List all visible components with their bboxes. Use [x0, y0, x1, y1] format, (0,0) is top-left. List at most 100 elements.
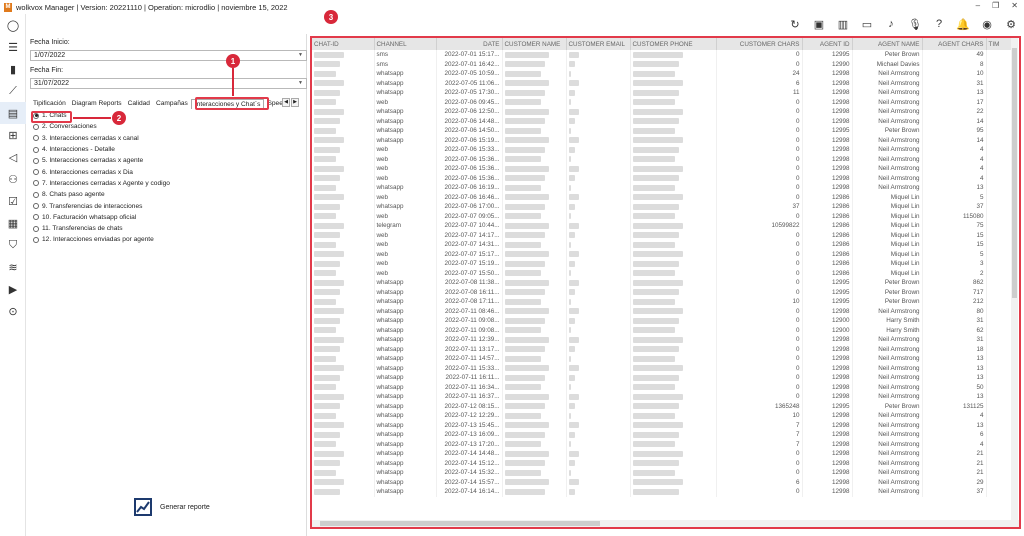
report-option[interactable]: 4. Interacciones - Detalle — [30, 144, 307, 155]
refresh-icon[interactable]: ↻ — [788, 17, 802, 31]
table-row[interactable]: whatsapp 2022-07-14 14:48... 0 12998 Neil Ar… — [312, 449, 1018, 459]
table-row[interactable]: web 2022-07-06 15:36... 0 12998 Neil Armstro… — [312, 173, 1018, 183]
tab-tipificacion[interactable]: Tipificación — [30, 99, 69, 109]
table-row[interactable]: telegram 2022-07-07 10:44... 10599822 12986… — [312, 221, 1018, 231]
column-header[interactable]: AGENT ID — [802, 38, 853, 50]
report-option[interactable]: 2. Conversaciones — [30, 121, 307, 132]
radio-icon[interactable] — [33, 191, 39, 198]
radio-icon[interactable] — [33, 123, 39, 130]
restore-icon[interactable]: ❐ — [992, 1, 999, 10]
table-row[interactable]: whatsapp 2022-07-11 14:57... 0 12998 Neil Ar… — [312, 354, 1018, 364]
table-row[interactable]: web 2022-07-07 14:17... 0 12986 Miquel Lin 15 — [312, 230, 1018, 240]
radio-icon[interactable] — [33, 169, 39, 176]
table-row[interactable]: whatsapp 2022-07-08 16:11... 0 12995 Peter B… — [312, 287, 1018, 297]
table-row[interactable]: whatsapp 2022-07-06 15:19... 0 12998 Neil Ar… — [312, 135, 1018, 145]
contact-card-icon[interactable]: ▭ — [860, 17, 874, 31]
table-row[interactable]: web 2022-07-06 15:36... 0 12998 Neil Armstro… — [312, 164, 1018, 174]
table-row[interactable]: web 2022-07-07 09:05... 0 12986 Miquel Lin 11… — [312, 211, 1018, 221]
table-row[interactable]: whatsapp 2022-07-14 15:12... 0 12998 Neil Ar… — [312, 458, 1018, 468]
settings-gear-icon[interactable]: ⚙ — [1004, 17, 1018, 31]
table-row[interactable]: whatsapp 2022-07-11 09:08... 0 12900 Harry S… — [312, 325, 1018, 335]
report-option[interactable]: 12. Interacciones enviadas por agente — [30, 234, 307, 245]
tab-prev-icon[interactable]: ◀ — [282, 98, 290, 107]
table-row[interactable]: whatsapp 2022-07-11 16:34... 0 12998 Neil Ar… — [312, 382, 1018, 392]
table-row[interactable]: whatsapp 2022-07-06 17:00... 37 12986 Miquel… — [312, 202, 1018, 212]
table-row[interactable]: whatsapp 2022-07-11 08:46... 0 12998 Neil Ar… — [312, 306, 1018, 316]
report-doc-icon[interactable]: ▤ — [0, 102, 26, 124]
table-row[interactable]: whatsapp 2022-07-13 15:45... 7 12998 Neil Ar… — [312, 420, 1018, 430]
table-row[interactable]: whatsapp 2022-07-11 16:11... 0 12998 Neil Ar… — [312, 373, 1018, 383]
checklist-icon[interactable]: ☑ — [0, 190, 26, 212]
table-row[interactable]: whatsapp 2022-07-11 13:17... 0 12998 Neil Ar… — [312, 344, 1018, 354]
table-row[interactable]: web 2022-07-06 15:33... 0 12998 Neil Armstro… — [312, 145, 1018, 155]
table-row[interactable]: whatsapp 2022-07-05 10:59... 24 12998 Neil A… — [312, 69, 1018, 79]
column-header[interactable]: CHAT-ID — [312, 38, 375, 50]
radio-icon[interactable] — [33, 157, 39, 164]
column-header[interactable]: AGENT CHARS — [922, 38, 987, 50]
table-row[interactable]: whatsapp 2022-07-06 16:19... 0 12998 Neil Ar… — [312, 183, 1018, 193]
radio-icon[interactable] — [33, 180, 39, 187]
table-row[interactable]: whatsapp 2022-07-13 16:09... 7 12998 Neil Ar… — [312, 430, 1018, 440]
tab-next-icon[interactable]: ▶ — [291, 98, 299, 107]
radio-icon[interactable] — [33, 236, 39, 243]
report-option[interactable]: 5. Interacciones cerradas x agente — [30, 155, 307, 166]
close-icon[interactable]: ✕ — [1011, 1, 1018, 10]
table-row[interactable]: whatsapp 2022-07-11 16:37... 0 12998 Neil Ar… — [312, 392, 1018, 402]
table-row[interactable]: whatsapp 2022-07-11 15:33... 0 12998 Neil Ar… — [312, 363, 1018, 373]
bell-icon[interactable]: 🔔 — [956, 17, 970, 31]
generate-report-button[interactable]: Generar reporte — [134, 498, 210, 516]
form-icon[interactable]: ▦ — [0, 212, 26, 234]
report-option[interactable]: 6. Interacciones cerradas x Dia — [30, 166, 307, 177]
end-date-select[interactable]: 31/07/2022 ▼ — [30, 78, 307, 89]
account-icon[interactable]: ◉ — [980, 17, 994, 31]
vertical-scrollbar[interactable] — [1011, 38, 1018, 527]
table-row[interactable]: whatsapp 2022-07-06 12:50... 0 12998 Neil Ar… — [312, 107, 1018, 117]
table-row[interactable]: web 2022-07-06 16:46... 0 12986 Miquel Lin 5 — [312, 192, 1018, 202]
table-row[interactable]: web 2022-07-06 09:45... 0 12998 Neil Armstro… — [312, 97, 1018, 107]
table-row[interactable]: whatsapp 2022-07-14 16:14... 0 12998 Neil Ar… — [312, 487, 1018, 497]
team-icon[interactable]: ⚇ — [0, 168, 26, 190]
table-row[interactable]: sms 2022-07-01 16:42... 0 12990 Michael Davi… — [312, 59, 1018, 69]
table-row[interactable]: whatsapp 2022-07-14 15:32... 0 12998 Neil Ar… — [312, 468, 1018, 478]
column-header[interactable]: AGENT NAME — [852, 38, 923, 50]
music-icon[interactable]: ♪ — [884, 17, 898, 31]
voicemail-icon[interactable]: ⊙ — [0, 300, 26, 322]
help-icon[interactable]: ? — [932, 17, 946, 31]
tab-calidad[interactable]: Calidad — [125, 99, 153, 109]
radio-icon[interactable] — [33, 146, 39, 153]
table-row[interactable]: whatsapp 2022-07-08 11:38... 0 12995 Peter B… — [312, 278, 1018, 288]
table-row[interactable]: web 2022-07-07 15:50... 0 12986 Miquel Lin 2 — [312, 268, 1018, 278]
video-icon[interactable]: ▶ — [0, 278, 26, 300]
microphone-icon[interactable]: 🎙 — [908, 17, 922, 31]
radio-icon[interactable] — [33, 203, 39, 210]
radio-icon[interactable] — [33, 214, 39, 221]
table-row[interactable]: web 2022-07-07 15:17... 0 12986 Miquel Lin 5 — [312, 249, 1018, 259]
table-row[interactable]: whatsapp 2022-07-13 17:20... 7 12998 Neil Ar… — [312, 439, 1018, 449]
shield-icon[interactable]: ⛉ — [0, 234, 26, 256]
minimize-icon[interactable]: – — [976, 1, 980, 10]
table-row[interactable]: whatsapp 2022-07-08 17:11... 10 12995 Peter … — [312, 297, 1018, 307]
bar-chart-icon[interactable]: ▮ — [0, 58, 26, 80]
report-option[interactable]: 8. Chats paso agente — [30, 189, 307, 200]
table-row[interactable]: whatsapp 2022-07-05 17:30... 11 12998 Neil A… — [312, 88, 1018, 98]
column-header[interactable]: DATE — [436, 38, 503, 50]
table-row[interactable]: web 2022-07-07 15:19... 0 12986 Miquel Lin 3 — [312, 259, 1018, 269]
megaphone-icon[interactable]: ◁ — [0, 146, 26, 168]
radio-icon[interactable] — [33, 225, 39, 232]
report-option[interactable]: 9. Transferencias de interacciones — [30, 200, 307, 211]
gift-icon[interactable]: ▣ — [812, 17, 826, 31]
table-row[interactable]: whatsapp 2022-07-14 15:57... 6 12998 Neil Ar… — [312, 477, 1018, 487]
table-row[interactable]: web 2022-07-07 14:31... 0 12986 Miquel Lin 15 — [312, 240, 1018, 250]
table-row[interactable]: whatsapp 2022-07-11 09:08... 0 12900 Harry S… — [312, 316, 1018, 326]
horizontal-scrollbar[interactable] — [312, 520, 1019, 527]
table-row[interactable]: whatsapp 2022-07-12 12:29... 10 12998 Neil A… — [312, 411, 1018, 421]
column-header[interactable]: CHANNEL — [374, 38, 437, 50]
table-row[interactable]: whatsapp 2022-07-11 12:39... 0 12998 Neil Ar… — [312, 335, 1018, 345]
report-option[interactable]: 11. Transferencias de chats — [30, 223, 307, 234]
waveform-icon[interactable]: ≋ — [0, 256, 26, 278]
column-header[interactable]: CUSTOMER NAME — [502, 38, 567, 50]
radio-icon[interactable] — [33, 135, 39, 142]
column-header[interactable]: CUSTOMER PHONE — [630, 38, 717, 50]
library-icon[interactable]: ▥ — [836, 17, 850, 31]
table-row[interactable]: whatsapp 2022-07-05 11:06... 6 12998 Neil Ar… — [312, 78, 1018, 88]
